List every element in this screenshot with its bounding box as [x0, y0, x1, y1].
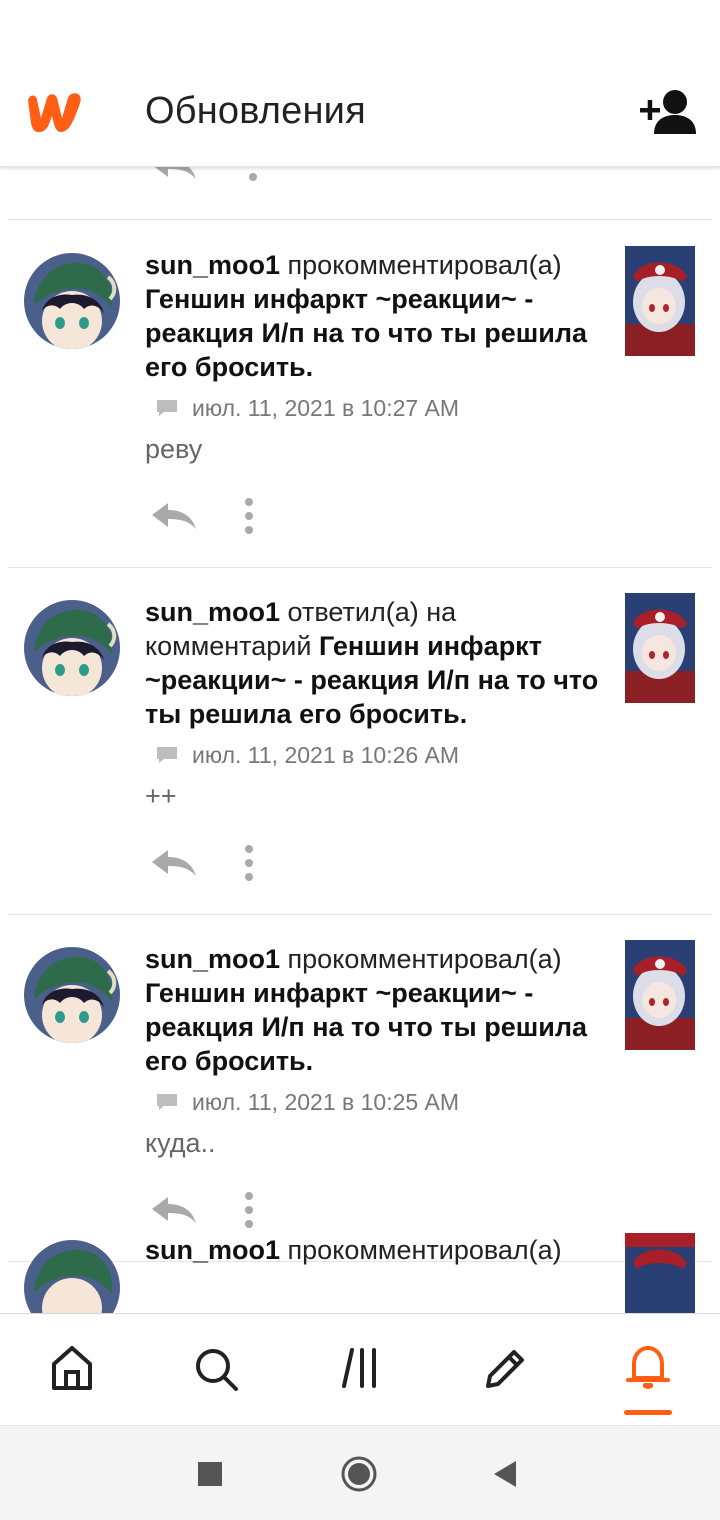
home-icon[interactable]	[48, 1342, 96, 1394]
list-item	[8, 167, 712, 220]
back-icon[interactable]	[492, 1456, 518, 1492]
search-icon[interactable]	[192, 1342, 240, 1394]
reply-icon[interactable]	[150, 167, 198, 183]
add-user-icon[interactable]	[640, 88, 698, 136]
system-nav-bar	[0, 1425, 720, 1520]
timestamp: июл. 11, 2021 в 10:25 AM	[192, 1088, 460, 1115]
notification-item[interactable]: sun_moo1 прокомментировал(а)	[8, 1208, 712, 1313]
comment-text: куда..	[145, 1128, 216, 1158]
story-title-link[interactable]: Геншин инфаркт ~реакции~ - реакция И/п н…	[145, 284, 587, 382]
avatar[interactable]	[24, 253, 120, 349]
avatar[interactable]	[24, 600, 120, 696]
notification-item[interactable]: sun_moo1 прокомментировал(а) Геншин инфа…	[8, 221, 712, 568]
story-cover-image[interactable]	[625, 940, 695, 1050]
pencil-icon[interactable]	[480, 1342, 528, 1394]
comment-bubble-icon	[157, 747, 177, 763]
active-tab-indicator	[624, 1410, 672, 1415]
username-link[interactable]: sun_moo1	[145, 250, 280, 280]
notification-meta: июл. 11, 2021 в 10:27 AM	[156, 393, 459, 423]
comment-text: реву	[145, 434, 203, 464]
notification-meta: июл. 11, 2021 в 10:25 AM	[156, 1087, 459, 1117]
avatar[interactable]	[24, 947, 120, 1043]
more-options-icon[interactable]	[242, 496, 256, 536]
timestamp: июл. 11, 2021 в 10:27 AM	[192, 394, 460, 421]
library-icon[interactable]	[336, 1342, 384, 1394]
more-options-icon[interactable]	[246, 167, 260, 183]
status-bar	[0, 0, 720, 60]
notification-meta: июл. 11, 2021 в 10:26 AM	[156, 740, 459, 770]
avatar[interactable]	[24, 1240, 120, 1313]
more-options-icon[interactable]	[242, 843, 256, 883]
story-cover-image[interactable]	[625, 593, 695, 703]
recent-apps-icon[interactable]	[198, 1456, 222, 1492]
notification-action: прокомментировал(а)	[287, 1235, 562, 1265]
notification-item[interactable]: sun_moo1 ответил(а) на комментарий Генши…	[8, 568, 712, 915]
username-link[interactable]: sun_moo1	[145, 597, 280, 627]
reply-icon[interactable]	[150, 846, 198, 880]
page-title: Обновления	[145, 90, 366, 132]
comment-bubble-icon	[157, 1094, 177, 1110]
home-circle-icon[interactable]	[340, 1455, 378, 1493]
bottom-nav	[0, 1313, 720, 1425]
app-header: Обновления	[0, 60, 720, 167]
story-cover-image[interactable]	[625, 1233, 695, 1313]
comment-bubble-icon	[157, 400, 177, 416]
username-link[interactable]: sun_moo1	[145, 1235, 280, 1265]
timestamp: июл. 11, 2021 в 10:26 AM	[192, 741, 460, 768]
wattpad-logo-icon[interactable]	[24, 86, 90, 136]
notification-text: sun_moo1 прокомментировал(а)	[145, 1233, 607, 1267]
bell-icon[interactable]	[624, 1342, 672, 1394]
story-cover-image[interactable]	[625, 246, 695, 356]
notification-action: прокомментировал(а)	[287, 250, 562, 280]
username-link[interactable]: sun_moo1	[145, 944, 280, 974]
comment-text: ++	[145, 781, 177, 811]
reply-icon[interactable]	[150, 499, 198, 533]
story-title-link[interactable]: Геншин инфаркт ~реакции~ - реакция И/п н…	[145, 978, 587, 1076]
notification-action: прокомментировал(а)	[287, 944, 562, 974]
notifications-feed[interactable]: sun_moo1 прокомментировал(а) Геншин инфа…	[0, 167, 720, 1313]
notification-text: sun_moo1 ответил(а) на комментарий Генши…	[145, 595, 607, 731]
notification-text: sun_moo1 прокомментировал(а) Геншин инфа…	[145, 248, 607, 384]
notification-text: sun_moo1 прокомментировал(а) Геншин инфа…	[145, 942, 607, 1078]
